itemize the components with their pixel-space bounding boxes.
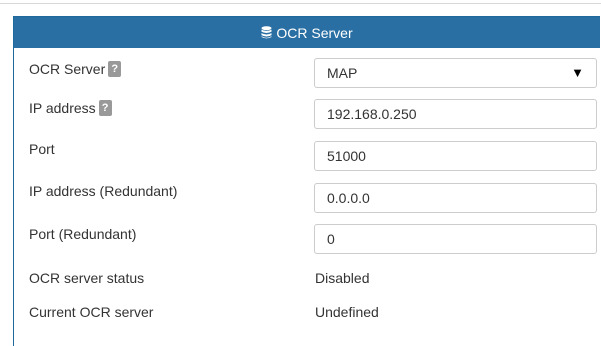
port-redundant-label: Port (Redundant) (29, 226, 137, 242)
caret-down-icon: ▼ (571, 65, 584, 80)
help-icon[interactable]: ? (98, 100, 112, 116)
database-icon (261, 26, 272, 39)
port-input[interactable]: 51000 (314, 141, 597, 171)
ip-address-input[interactable]: 192.168.0.250 (314, 99, 597, 129)
ocr-server-status-value: Disabled (315, 270, 370, 286)
ocr-server-panel: OCR Server OCR Server ? MAP ▼ IP address… (13, 16, 600, 346)
ip-address-redundant-label: IP address (Redundant) (29, 183, 178, 199)
row-ip-address-redundant: IP address (Redundant) 0.0.0.0 (14, 182, 601, 224)
help-icon[interactable]: ? (108, 61, 122, 77)
ocr-server-select[interactable]: MAP ▼ (314, 58, 597, 88)
current-ocr-server-label: Current OCR server (29, 304, 154, 320)
panel-header: OCR Server (14, 17, 600, 48)
row-current-ocr-server: Current OCR server Undefined (14, 302, 601, 344)
row-port: Port 51000 (14, 140, 601, 182)
ocr-server-selected-value: MAP (327, 65, 358, 81)
port-redundant-input[interactable]: 0 (314, 224, 597, 254)
row-ip-address: IP address ? 192.168.0.250 (14, 98, 601, 140)
port-label: Port (29, 141, 55, 157)
panel-title: OCR Server (276, 24, 353, 41)
current-ocr-server-value: Undefined (315, 304, 379, 320)
row-port-redundant: Port (Redundant) 0 (14, 224, 601, 266)
ocr-server-status-label: OCR server status (29, 270, 145, 286)
ocr-server-label: OCR Server (29, 61, 106, 77)
row-ocr-server: OCR Server ? MAP ▼ (14, 56, 601, 98)
ip-address-label: IP address (29, 100, 96, 116)
ip-address-redundant-input[interactable]: 0.0.0.0 (314, 183, 597, 213)
top-divider (0, 3, 601, 4)
